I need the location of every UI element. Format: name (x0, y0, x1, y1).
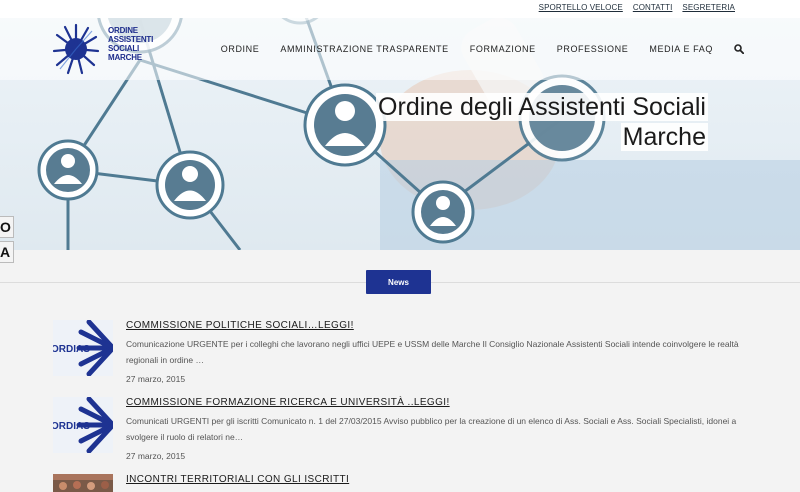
accessibility-tab-contrast[interactable]: O (0, 216, 14, 238)
search-icon[interactable] (734, 44, 744, 54)
network-node (303, 83, 387, 167)
utility-bar: SPORTELLO VELOCE CONTATTI SEGRETERIA (0, 0, 800, 18)
network-node (411, 180, 475, 244)
news-date: 27 marzo, 2015 (126, 374, 186, 384)
link-segreteria[interactable]: SEGRETERIA (682, 3, 735, 12)
news-title[interactable]: COMMISSIONE FORMAZIONE RICERCA E UNIVERS… (126, 397, 450, 408)
main-nav: ORDINE AMMINISTRAZIONE TRASPARENTE FORMA… (221, 44, 744, 54)
nav-media-e-faq[interactable]: MEDIA E FAQ (649, 44, 713, 54)
accessibility-tab-label: O (0, 219, 11, 235)
svg-text:ORDIAS: ORDIAS (53, 421, 90, 432)
hero-title: Ordine degli Assistenti Sociali Marche (376, 93, 708, 151)
news-excerpt: Comunicati URGENTI per gli iscritti Comu… (126, 416, 737, 442)
news-title[interactable]: COMMISSIONE POLITICHE SOCIALI…LEGGI! (126, 320, 354, 331)
link-sportello-veloce[interactable]: SPORTELLO VELOCE (539, 3, 623, 12)
nav-amministrazione-trasparente[interactable]: AMMINISTRAZIONE TRASPARENTE (280, 44, 448, 54)
nav-formazione[interactable]: FORMAZIONE (470, 44, 536, 54)
main-header: ORDINE ASSISTENTI SOCIALI MARCHE ORDINE … (0, 18, 800, 80)
logo-text: ORDINE ASSISTENTI SOCIALI MARCHE (108, 26, 154, 62)
nav-ordine[interactable]: ORDINE (221, 44, 260, 54)
accessibility-tab-label: A (0, 244, 11, 260)
news-date: 27 marzo, 2015 (126, 451, 186, 461)
news-excerpt: Comunicazione URGENTE per i colleghi che… (126, 339, 739, 365)
news-button[interactable]: News (366, 270, 431, 294)
link-contatti[interactable]: CONTATTI (633, 3, 673, 12)
news-thumbnail[interactable]: ORDIAS (53, 397, 113, 453)
news-title[interactable]: INCONTRI TERRITORIALI CON GLI ISCRITTI (126, 474, 349, 485)
news-thumbnail[interactable]: ORDIAS (53, 320, 113, 376)
accessibility-tab-font[interactable]: A (0, 241, 14, 263)
svg-text:ORDIAS: ORDIAS (53, 344, 90, 355)
network-node (37, 139, 99, 201)
nav-professione[interactable]: PROFESSIONE (557, 44, 629, 54)
news-thumbnail[interactable] (53, 474, 113, 492)
network-node (155, 150, 225, 220)
